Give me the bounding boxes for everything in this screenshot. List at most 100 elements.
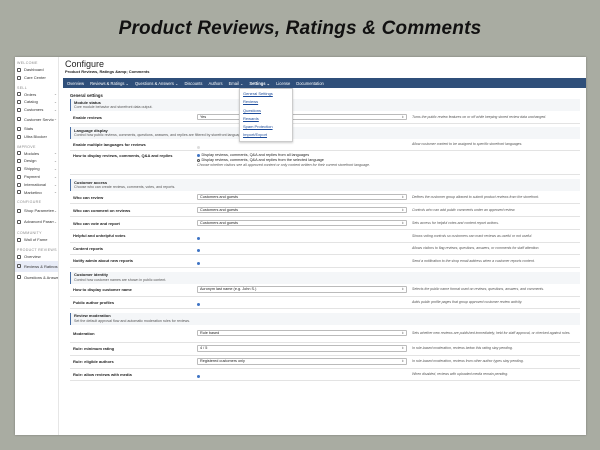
card-header: Module status Core module behavior and s…: [70, 99, 580, 111]
radio-icon: [197, 154, 200, 157]
page-banner: Product Reviews, Ratings & Comments: [118, 18, 482, 39]
setting-toggle[interactable]: [197, 261, 200, 265]
dropdown-item-questions[interactable]: Questions: [240, 107, 292, 115]
setting-select[interactable]: Registered customers only ⇕: [197, 358, 407, 365]
sidebar-item-catalog[interactable]: Catalog ⌄: [15, 98, 58, 106]
chevron-down-icon: ⌄: [54, 159, 57, 164]
enable-reviews-select[interactable]: Yes ⇕: [197, 113, 407, 121]
sidebar-item-label: Modules: [24, 151, 40, 156]
setting-help: Adds public profile pages that group app…: [412, 299, 523, 304]
customer-name-select[interactable]: Acronym last name (e.g. John S.) ⇕: [197, 286, 407, 293]
setting-help: Send a notification to the shop email ad…: [412, 258, 535, 263]
sidebar-item-marketing[interactable]: Marketing ⌄: [15, 189, 58, 197]
setting-help: Shows voting controls so customers can m…: [412, 233, 533, 238]
sidebar-item-wall-of-fame[interactable]: Wall of Fame: [15, 236, 58, 244]
toggle-row: Notify admin about new reports Send a not…: [70, 255, 580, 268]
card-description: Set the default approval flow and automa…: [74, 318, 191, 323]
dropdown-item-reviews[interactable]: Reviews: [240, 98, 292, 106]
nav-tab-discounts[interactable]: Discounts: [184, 81, 202, 86]
nav-tab-authors[interactable]: Authors: [208, 81, 222, 86]
setting-help: Turns the public review features on or o…: [412, 114, 547, 119]
chevron-down-icon: ⌄: [54, 100, 57, 105]
setting-select[interactable]: Customers and guests ⇕: [197, 193, 407, 201]
dropdown-item-general-settings[interactable]: General Settings: [240, 90, 292, 98]
dropdown-item-import-export[interactable]: Import/Export: [240, 131, 292, 139]
chevron-down-icon: ⇕: [401, 346, 404, 351]
sidebar-item-international[interactable]: International ⌄: [15, 181, 58, 189]
language-card: Language display Control how public revi…: [70, 127, 580, 175]
sidebar-item-advanced-parameters[interactable]: Advanced Parameters⌄: [15, 216, 58, 227]
sidebar-item-shipping[interactable]: Shipping ⌄: [15, 165, 58, 173]
sidebar-item-customer-service[interactable]: Customer Service ⌄: [15, 114, 58, 125]
setting-help: In rule-based moderation, reviews from o…: [412, 359, 524, 364]
enable-reviews-row: Enable reviews Yes ⇕ Turns the public rev…: [70, 111, 580, 124]
sidebar-item-reviews-ratings[interactable]: Reviews & Ratings: [15, 260, 58, 272]
select-value: 4 / 5: [200, 346, 208, 351]
sidebar-item-shop-parameters[interactable]: Shop Parameters ⌄: [15, 205, 58, 216]
dropdown-item-spam-protection[interactable]: Spam Protection: [240, 123, 292, 131]
nav-tab-license[interactable]: License: [276, 81, 290, 86]
chevron-down-icon: ⇕: [401, 359, 404, 364]
sidebar-item-stats[interactable]: Stats: [15, 125, 58, 133]
nav-tab-documentation[interactable]: Documentation: [296, 81, 324, 86]
sidebar-item-design[interactable]: Design ⌄: [15, 157, 58, 165]
dropdown-item-rewards[interactable]: Rewards: [240, 115, 292, 123]
chevron-down-icon: ⇕: [401, 114, 404, 119]
reviews-ratings-icon: [17, 264, 21, 269]
sidebar-item-ultra-blocker[interactable]: Ultra Blocker: [15, 133, 58, 141]
sidebar-item-care-center[interactable]: Care Center: [15, 74, 58, 82]
multi-language-toggle[interactable]: [197, 145, 200, 149]
sidebar-item-questions-answers[interactable]: Questions & Answers: [15, 272, 58, 283]
sidebar-item-customers[interactable]: Customers ⌄: [15, 106, 58, 114]
payment-icon: [17, 174, 21, 179]
setting-select[interactable]: 4 / 5 ⇕: [197, 345, 407, 352]
setting-help: Sets whether new reviews are published i…: [412, 330, 571, 335]
setting-select[interactable]: Customers and guests ⇕: [197, 206, 407, 214]
sidebar-item-label: Wall of Fame: [24, 238, 48, 243]
sidebar-item-overview[interactable]: Overview: [15, 253, 58, 261]
setting-label: Notify admin about new reports: [73, 258, 134, 264]
sidebar-item-label: Dashboard: [24, 68, 44, 72]
setting-label: Helpful and unhelpful votes: [73, 233, 126, 239]
review-moderation-card: Review moderation Set the default approv…: [70, 312, 580, 381]
media-rule-toggle[interactable]: [197, 375, 200, 378]
select-value: Customers and guests: [200, 207, 238, 212]
setting-row: Who can comment on reviews Customers and …: [70, 204, 580, 217]
sidebar-item-payment[interactable]: Payment ⌄: [15, 173, 58, 181]
chevron-down-icon: ⇕: [401, 220, 404, 225]
advanced-parameters-icon: [17, 219, 21, 224]
nav-tab-questions-answers[interactable]: Questions & Answers ⌄: [135, 81, 178, 86]
dashboard-icon: [17, 67, 21, 72]
ultra-blocker-icon: [17, 134, 21, 139]
setting-select[interactable]: Rule based ⇕: [197, 329, 407, 337]
sidebar-item-label: Stats: [24, 126, 34, 131]
nav-tab-email[interactable]: Email ⌄: [229, 81, 244, 86]
sidebar-item-orders[interactable]: Orders ⌄: [15, 91, 58, 99]
setting-select[interactable]: Customers and guests ⇕: [197, 219, 407, 227]
setting-label: How to display customer name: [73, 287, 132, 292]
sidebar-item-dashboard[interactable]: Dashboard: [15, 66, 58, 74]
sidebar-item-label: Questions & Answers: [24, 275, 58, 280]
setting-label: Who can comment on reviews: [73, 207, 131, 213]
wall-of-fame-icon: [17, 238, 21, 243]
setting-help: Allows visitors to flag reviews, questio…: [412, 246, 540, 251]
main-panel: Configure Product Reviews, Ratings &amp;…: [63, 57, 586, 435]
chevron-down-icon: ⌄: [54, 219, 57, 224]
page-subtitle: Product Reviews, Ratings &amp; Comments: [65, 69, 150, 74]
setting-help: In rule-based moderation, reviews below …: [412, 346, 513, 351]
nav-tab-overview[interactable]: Overview: [67, 81, 84, 86]
catalog-icon: [17, 100, 21, 105]
card-description: Core module behavior and storefront data…: [74, 105, 153, 110]
setting-label: Who can vote and report: [73, 220, 120, 226]
chevron-down-icon: ⌄: [54, 167, 57, 172]
setting-label: Content reports: [73, 245, 103, 251]
nav-tab-settings[interactable]: Settings ⌄: [249, 81, 270, 86]
setting-row: Who can review Customers and guests ⇕ Defin…: [70, 191, 580, 204]
sidebar-item-label: Reviews & Ratings: [24, 264, 58, 269]
chevron-down-icon: ⇕: [401, 287, 404, 292]
nav-tab-reviews-ratings[interactable]: Reviews & Ratings ⌄: [90, 81, 129, 86]
author-profiles-toggle[interactable]: [197, 303, 200, 306]
sidebar-item-modules[interactable]: Modules ⌄: [15, 150, 58, 158]
setting-label: Moderation: [73, 330, 95, 336]
setting-help: Defines the customer group allowed to su…: [412, 194, 540, 199]
